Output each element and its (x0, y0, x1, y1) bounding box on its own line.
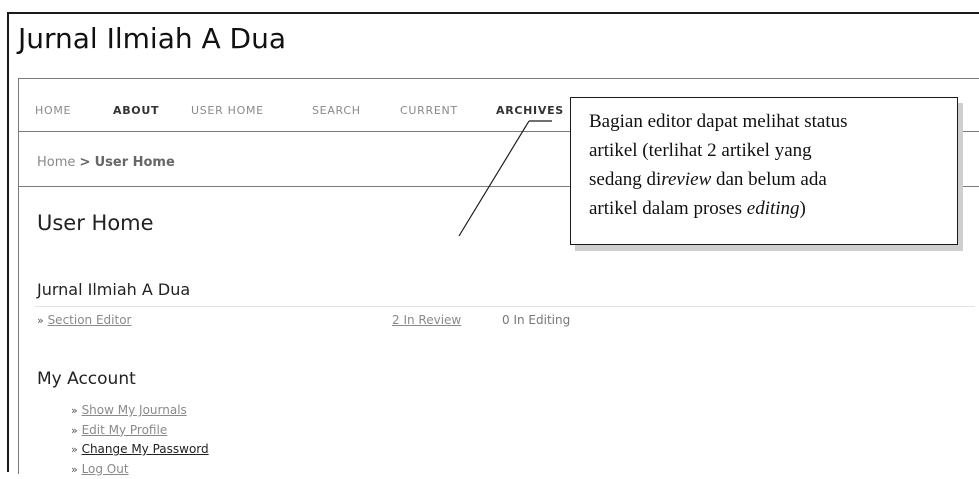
callout-line-3: sedang direview dan belum ada (589, 165, 945, 194)
pointer-line (459, 121, 529, 236)
callout-text: artikel dalam proses (589, 198, 747, 219)
annotation-callout: Bagian editor dapat melihat status artik… (570, 97, 958, 245)
callout-line-2: artikel (terlihat 2 artikel yang (589, 136, 945, 165)
callout-emphasis: review (661, 169, 711, 190)
callout-emphasis: editing (747, 198, 800, 219)
callout-text: sedang di (589, 169, 661, 190)
callout-line-4: artikel dalam proses editing) (589, 194, 945, 223)
callout-text: dan belum ada (711, 169, 827, 190)
callout-text: ) (800, 198, 806, 219)
callout-line-1: Bagian editor dapat melihat status (589, 107, 945, 136)
